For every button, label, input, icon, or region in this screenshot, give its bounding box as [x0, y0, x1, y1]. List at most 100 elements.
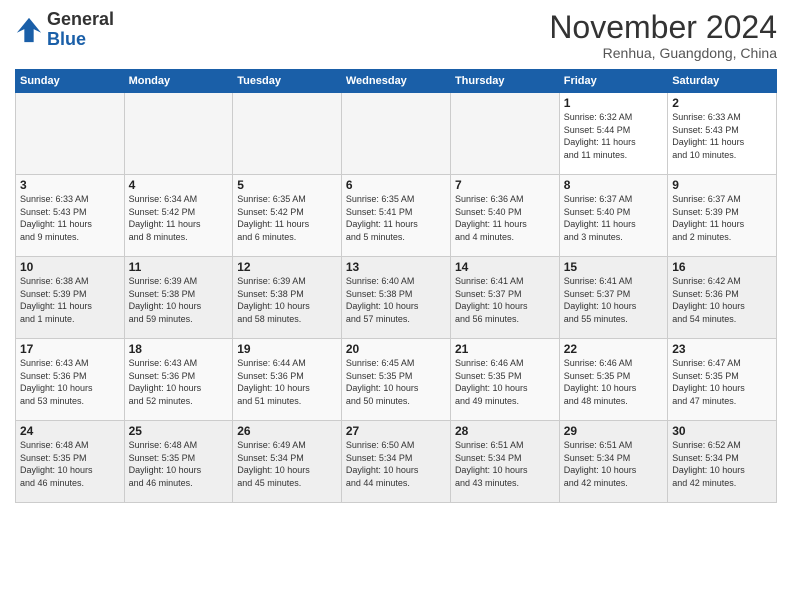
day-info: Sunrise: 6:38 AM Sunset: 5:39 PM Dayligh…: [20, 275, 120, 325]
table-row: 18Sunrise: 6:43 AM Sunset: 5:36 PM Dayli…: [124, 339, 233, 421]
table-row: 19Sunrise: 6:44 AM Sunset: 5:36 PM Dayli…: [233, 339, 342, 421]
calendar-table: Sunday Monday Tuesday Wednesday Thursday…: [15, 69, 777, 503]
th-monday: Monday: [124, 70, 233, 93]
day-number: 13: [346, 260, 446, 274]
table-row: [233, 93, 342, 175]
day-info: Sunrise: 6:42 AM Sunset: 5:36 PM Dayligh…: [672, 275, 772, 325]
calendar-week-row: 10Sunrise: 6:38 AM Sunset: 5:39 PM Dayli…: [16, 257, 777, 339]
day-info: Sunrise: 6:32 AM Sunset: 5:44 PM Dayligh…: [564, 111, 663, 161]
th-tuesday: Tuesday: [233, 70, 342, 93]
th-sunday: Sunday: [16, 70, 125, 93]
table-row: 5Sunrise: 6:35 AM Sunset: 5:42 PM Daylig…: [233, 175, 342, 257]
table-row: 13Sunrise: 6:40 AM Sunset: 5:38 PM Dayli…: [341, 257, 450, 339]
table-row: 24Sunrise: 6:48 AM Sunset: 5:35 PM Dayli…: [16, 421, 125, 503]
calendar-week-row: 17Sunrise: 6:43 AM Sunset: 5:36 PM Dayli…: [16, 339, 777, 421]
day-number: 5: [237, 178, 337, 192]
table-row: [124, 93, 233, 175]
th-friday: Friday: [559, 70, 667, 93]
calendar-week-row: 24Sunrise: 6:48 AM Sunset: 5:35 PM Dayli…: [16, 421, 777, 503]
day-info: Sunrise: 6:50 AM Sunset: 5:34 PM Dayligh…: [346, 439, 446, 489]
day-info: Sunrise: 6:39 AM Sunset: 5:38 PM Dayligh…: [237, 275, 337, 325]
table-row: 14Sunrise: 6:41 AM Sunset: 5:37 PM Dayli…: [450, 257, 559, 339]
table-row: 22Sunrise: 6:46 AM Sunset: 5:35 PM Dayli…: [559, 339, 667, 421]
day-number: 10: [20, 260, 120, 274]
day-number: 26: [237, 424, 337, 438]
day-info: Sunrise: 6:41 AM Sunset: 5:37 PM Dayligh…: [455, 275, 555, 325]
logo-line1: General: [47, 10, 114, 30]
day-info: Sunrise: 6:33 AM Sunset: 5:43 PM Dayligh…: [20, 193, 120, 243]
header: General Blue November 2024 Renhua, Guang…: [15, 10, 777, 61]
day-number: 20: [346, 342, 446, 356]
day-number: 11: [129, 260, 229, 274]
table-row: 15Sunrise: 6:41 AM Sunset: 5:37 PM Dayli…: [559, 257, 667, 339]
day-info: Sunrise: 6:51 AM Sunset: 5:34 PM Dayligh…: [564, 439, 663, 489]
day-info: Sunrise: 6:43 AM Sunset: 5:36 PM Dayligh…: [20, 357, 120, 407]
logo-line2: Blue: [47, 30, 114, 50]
table-row: 28Sunrise: 6:51 AM Sunset: 5:34 PM Dayli…: [450, 421, 559, 503]
table-row: 8Sunrise: 6:37 AM Sunset: 5:40 PM Daylig…: [559, 175, 667, 257]
day-info: Sunrise: 6:48 AM Sunset: 5:35 PM Dayligh…: [129, 439, 229, 489]
table-row: 6Sunrise: 6:35 AM Sunset: 5:41 PM Daylig…: [341, 175, 450, 257]
day-number: 9: [672, 178, 772, 192]
day-info: Sunrise: 6:48 AM Sunset: 5:35 PM Dayligh…: [20, 439, 120, 489]
day-info: Sunrise: 6:51 AM Sunset: 5:34 PM Dayligh…: [455, 439, 555, 489]
day-number: 12: [237, 260, 337, 274]
table-row: 27Sunrise: 6:50 AM Sunset: 5:34 PM Dayli…: [341, 421, 450, 503]
day-number: 4: [129, 178, 229, 192]
day-number: 24: [20, 424, 120, 438]
day-number: 21: [455, 342, 555, 356]
day-info: Sunrise: 6:46 AM Sunset: 5:35 PM Dayligh…: [564, 357, 663, 407]
th-saturday: Saturday: [668, 70, 777, 93]
day-info: Sunrise: 6:34 AM Sunset: 5:42 PM Dayligh…: [129, 193, 229, 243]
calendar-week-row: 3Sunrise: 6:33 AM Sunset: 5:43 PM Daylig…: [16, 175, 777, 257]
location-subtitle: Renhua, Guangdong, China: [549, 45, 777, 61]
day-number: 23: [672, 342, 772, 356]
table-row: 30Sunrise: 6:52 AM Sunset: 5:34 PM Dayli…: [668, 421, 777, 503]
day-number: 25: [129, 424, 229, 438]
calendar-header-row: Sunday Monday Tuesday Wednesday Thursday…: [16, 70, 777, 93]
title-block: November 2024 Renhua, Guangdong, China: [549, 10, 777, 61]
day-info: Sunrise: 6:47 AM Sunset: 5:35 PM Dayligh…: [672, 357, 772, 407]
day-number: 27: [346, 424, 446, 438]
day-number: 1: [564, 96, 663, 110]
day-info: Sunrise: 6:49 AM Sunset: 5:34 PM Dayligh…: [237, 439, 337, 489]
day-number: 29: [564, 424, 663, 438]
day-info: Sunrise: 6:35 AM Sunset: 5:42 PM Dayligh…: [237, 193, 337, 243]
table-row: 29Sunrise: 6:51 AM Sunset: 5:34 PM Dayli…: [559, 421, 667, 503]
table-row: 2Sunrise: 6:33 AM Sunset: 5:43 PM Daylig…: [668, 93, 777, 175]
day-number: 15: [564, 260, 663, 274]
day-number: 18: [129, 342, 229, 356]
table-row: [341, 93, 450, 175]
page-container: General Blue November 2024 Renhua, Guang…: [0, 0, 792, 508]
day-number: 2: [672, 96, 772, 110]
day-number: 22: [564, 342, 663, 356]
table-row: 10Sunrise: 6:38 AM Sunset: 5:39 PM Dayli…: [16, 257, 125, 339]
day-number: 8: [564, 178, 663, 192]
th-wednesday: Wednesday: [341, 70, 450, 93]
day-info: Sunrise: 6:41 AM Sunset: 5:37 PM Dayligh…: [564, 275, 663, 325]
table-row: 17Sunrise: 6:43 AM Sunset: 5:36 PM Dayli…: [16, 339, 125, 421]
calendar-week-row: 1Sunrise: 6:32 AM Sunset: 5:44 PM Daylig…: [16, 93, 777, 175]
day-number: 7: [455, 178, 555, 192]
th-thursday: Thursday: [450, 70, 559, 93]
day-info: Sunrise: 6:46 AM Sunset: 5:35 PM Dayligh…: [455, 357, 555, 407]
day-number: 30: [672, 424, 772, 438]
month-title: November 2024: [549, 10, 777, 45]
day-number: 16: [672, 260, 772, 274]
logo: General Blue: [15, 10, 114, 50]
day-number: 3: [20, 178, 120, 192]
day-info: Sunrise: 6:37 AM Sunset: 5:39 PM Dayligh…: [672, 193, 772, 243]
table-row: [450, 93, 559, 175]
day-info: Sunrise: 6:36 AM Sunset: 5:40 PM Dayligh…: [455, 193, 555, 243]
day-info: Sunrise: 6:45 AM Sunset: 5:35 PM Dayligh…: [346, 357, 446, 407]
table-row: 7Sunrise: 6:36 AM Sunset: 5:40 PM Daylig…: [450, 175, 559, 257]
day-number: 17: [20, 342, 120, 356]
day-number: 6: [346, 178, 446, 192]
table-row: 23Sunrise: 6:47 AM Sunset: 5:35 PM Dayli…: [668, 339, 777, 421]
day-info: Sunrise: 6:35 AM Sunset: 5:41 PM Dayligh…: [346, 193, 446, 243]
table-row: 1Sunrise: 6:32 AM Sunset: 5:44 PM Daylig…: [559, 93, 667, 175]
table-row: 12Sunrise: 6:39 AM Sunset: 5:38 PM Dayli…: [233, 257, 342, 339]
day-info: Sunrise: 6:52 AM Sunset: 5:34 PM Dayligh…: [672, 439, 772, 489]
table-row: 25Sunrise: 6:48 AM Sunset: 5:35 PM Dayli…: [124, 421, 233, 503]
table-row: [16, 93, 125, 175]
